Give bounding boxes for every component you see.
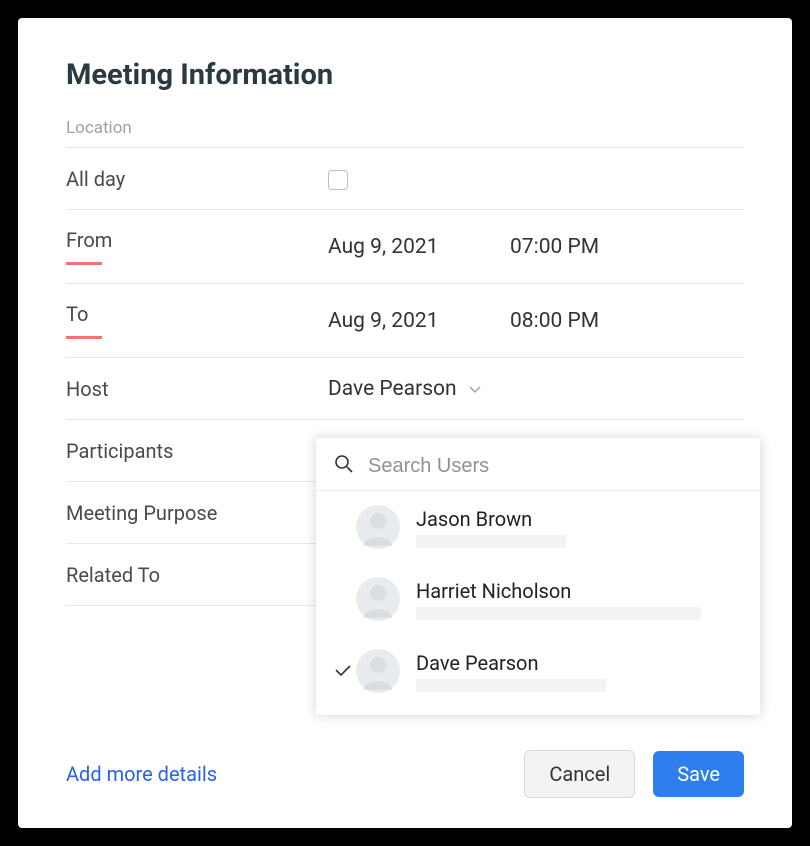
to-time[interactable]: 08:00 PM — [510, 309, 599, 333]
avatar — [356, 649, 400, 693]
host-row: Host Dave Pearson — [66, 358, 744, 420]
user-row[interactable]: Jason Brown — [316, 491, 760, 563]
user-row[interactable]: Dave Pearson — [316, 635, 760, 707]
search-input[interactable] — [368, 455, 742, 478]
required-marker — [66, 262, 102, 265]
location-label: Location — [66, 118, 328, 138]
host-label: Host — [66, 377, 328, 401]
to-label: To — [66, 302, 328, 326]
from-label: From — [66, 228, 328, 252]
host-dropdown[interactable]: Dave Pearson — [328, 377, 481, 401]
from-row: From Aug 9, 2021 07:00 PM — [66, 210, 744, 284]
from-date[interactable]: Aug 9, 2021 — [328, 235, 510, 259]
caret-down-icon — [469, 379, 481, 398]
cancel-button[interactable]: Cancel — [524, 750, 635, 798]
user-name: Dave Pearson — [416, 651, 742, 675]
modal-footer: Add more details Cancel Save — [66, 750, 744, 798]
allday-checkbox[interactable] — [328, 170, 348, 190]
user-dropdown: Jason Brown Harriet Nicholson Dave Pears… — [316, 438, 760, 715]
to-date[interactable]: Aug 9, 2021 — [328, 309, 510, 333]
purpose-label: Meeting Purpose — [66, 501, 328, 525]
user-sub — [416, 535, 566, 548]
check-icon — [330, 665, 356, 677]
save-button[interactable]: Save — [653, 751, 744, 797]
search-row — [316, 446, 760, 491]
related-label: Related To — [66, 563, 328, 587]
search-icon — [334, 454, 354, 478]
add-more-link[interactable]: Add more details — [66, 762, 217, 786]
location-row[interactable]: Location — [66, 112, 744, 148]
user-sub — [416, 679, 606, 692]
to-row: To Aug 9, 2021 08:00 PM — [66, 284, 744, 358]
user-sub — [416, 607, 701, 620]
modal-title: Meeting Information — [66, 58, 744, 92]
host-value: Dave Pearson — [328, 377, 457, 401]
user-row[interactable]: Harriet Nicholson — [316, 563, 760, 635]
from-time[interactable]: 07:00 PM — [510, 235, 599, 259]
participants-label: Participants — [66, 439, 328, 463]
allday-row: All day — [66, 148, 744, 210]
required-marker — [66, 336, 102, 339]
allday-label: All day — [66, 167, 328, 191]
user-name: Jason Brown — [416, 507, 742, 531]
avatar — [356, 505, 400, 549]
user-name: Harriet Nicholson — [416, 579, 742, 603]
avatar — [356, 577, 400, 621]
